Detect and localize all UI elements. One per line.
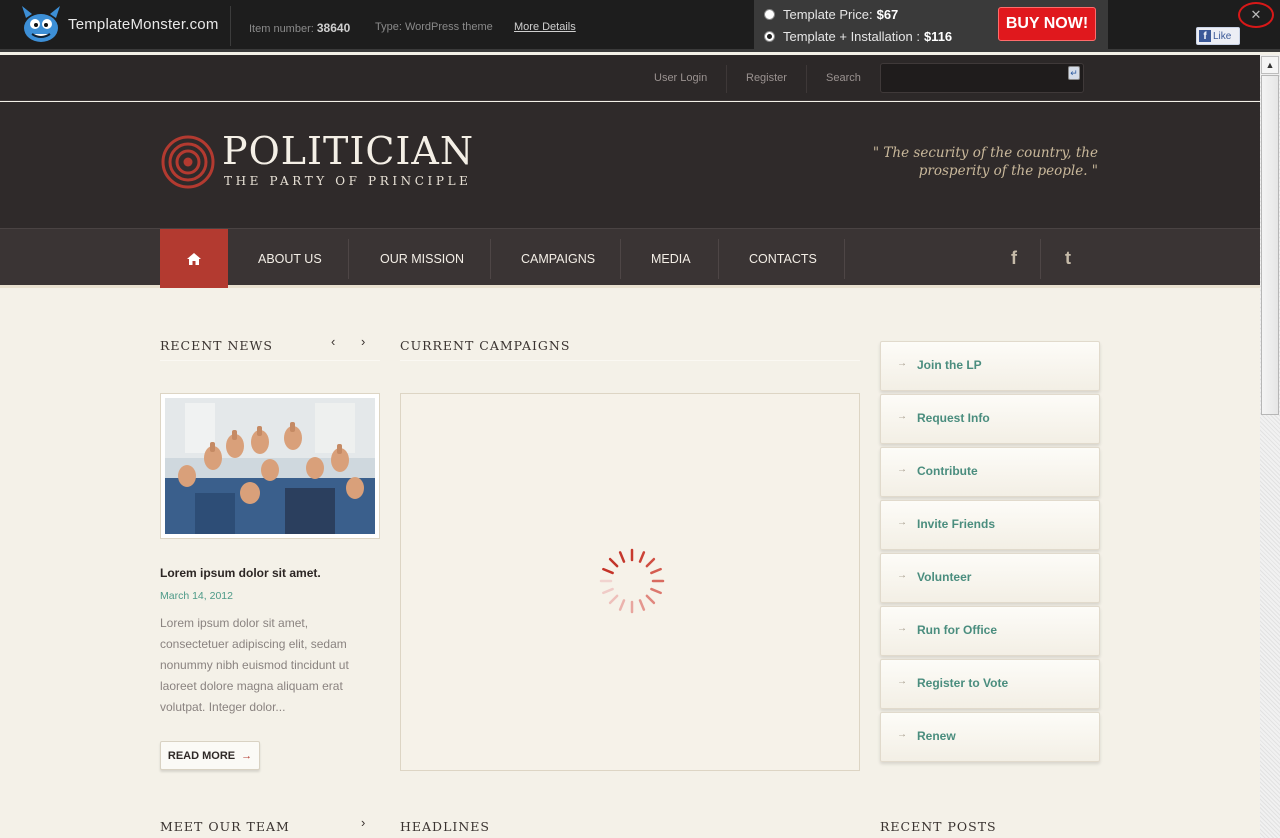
nav-campaigns[interactable]: CAMPAIGNS xyxy=(521,229,595,288)
main-nav: ABOUT US OUR MISSION CAMPAIGNS MEDIA CON… xyxy=(0,228,1260,288)
current-campaigns-heading: CURRENT CAMPAIGNS xyxy=(400,338,571,353)
home-icon xyxy=(187,252,201,265)
search-input[interactable] xyxy=(880,63,1084,93)
sidebar-item-volunteer[interactable]: → Volunteer xyxy=(880,553,1100,603)
arrow-right-icon: → xyxy=(897,517,907,528)
search-label: Search xyxy=(826,72,861,84)
chevron-left-icon[interactable]: ‹ xyxy=(331,334,335,349)
close-icon[interactable]: ✕ xyxy=(1238,2,1274,28)
read-more-button[interactable]: READ MORE → xyxy=(160,741,260,770)
header-quote: " The security of the country, the prosp… xyxy=(872,145,1098,179)
price-option-installation[interactable]: Template + Installation : $116 xyxy=(764,29,952,44)
loading-spinner-icon xyxy=(599,548,665,614)
facebook-like-button[interactable]: f Like xyxy=(1196,27,1240,45)
divider xyxy=(1040,239,1041,279)
sidebar-item-register-to-vote[interactable]: → Register to Vote xyxy=(880,659,1100,709)
arrow-right-icon: → xyxy=(897,411,907,422)
price-option-template[interactable]: Template Price: $67 xyxy=(764,7,898,22)
divider xyxy=(490,239,491,279)
more-details-link[interactable]: More Details xyxy=(514,21,576,33)
sidebar-item-run-for-office[interactable]: → Run for Office xyxy=(880,606,1100,656)
divider xyxy=(160,360,380,361)
divider xyxy=(844,239,845,279)
facebook-icon: f xyxy=(1199,30,1211,42)
twitter-icon[interactable]: t xyxy=(1055,245,1081,271)
target-logo-icon[interactable] xyxy=(161,135,215,189)
search-submit-icon[interactable]: ↵ xyxy=(1068,66,1080,80)
user-login-link[interactable]: User Login xyxy=(654,72,707,84)
chevron-right-icon[interactable]: › xyxy=(361,815,365,830)
news-post-title[interactable]: Lorem ipsum dolor sit amet. xyxy=(160,566,321,580)
news-post-date: March 14, 2012 xyxy=(160,590,233,602)
register-link[interactable]: Register xyxy=(746,72,787,84)
monster-mascot-icon xyxy=(22,6,60,42)
sidebar-item-renew[interactable]: → Renew xyxy=(880,712,1100,762)
divider xyxy=(348,239,349,279)
arrow-right-icon: → xyxy=(897,464,907,475)
recent-posts-heading: RECENT POSTS xyxy=(880,819,997,834)
templatemonster-logo[interactable]: TemplateMonster.com xyxy=(18,4,219,44)
buy-now-button[interactable]: BUY NOW! xyxy=(998,7,1096,41)
arrow-right-icon: → xyxy=(241,749,253,762)
campaign-slider[interactable] xyxy=(400,393,860,771)
radio-template[interactable] xyxy=(764,9,775,20)
item-number-value: 38640 xyxy=(316,21,351,35)
scrollbar-thumb[interactable] xyxy=(1261,75,1279,415)
templatemonster-name: TemplateMonster.com xyxy=(68,15,219,33)
vertical-scrollbar[interactable]: ▲ xyxy=(1260,55,1280,838)
divider xyxy=(726,65,727,93)
arrow-right-icon: → xyxy=(897,570,907,581)
site-header: POLITICIAN THE PARTY OF PRINCIPLE " The … xyxy=(0,102,1260,228)
divider xyxy=(230,6,231,46)
site-tagline: THE PARTY OF PRINCIPLE xyxy=(224,174,472,188)
site-title[interactable]: POLITICIAN xyxy=(222,129,474,173)
news-thumbnail[interactable] xyxy=(160,393,380,539)
arrow-right-icon: → xyxy=(897,729,907,740)
templatemonster-bar: TemplateMonster.com Item number: 38640 T… xyxy=(0,0,1280,52)
nav-contacts[interactable]: CONTACTS xyxy=(749,229,817,288)
nav-home[interactable] xyxy=(160,229,228,288)
arrow-right-icon: → xyxy=(897,676,907,687)
divider xyxy=(400,360,860,361)
facebook-icon[interactable]: f xyxy=(1001,245,1027,271)
recent-news-heading: RECENT NEWS xyxy=(160,338,273,353)
item-type-value: WordPress theme xyxy=(404,21,493,33)
sidebar-item-invite-friends[interactable]: → Invite Friends xyxy=(880,500,1100,550)
item-number: Item number: 38640 xyxy=(249,21,351,35)
arrow-right-icon: → xyxy=(897,358,907,369)
divider xyxy=(806,65,807,93)
radio-installation[interactable] xyxy=(764,31,775,42)
nav-media[interactable]: MEDIA xyxy=(651,229,691,288)
sidebar-item-contribute[interactable]: → Contribute xyxy=(880,447,1100,497)
sidebar-item-request-info[interactable]: → Request Info xyxy=(880,394,1100,444)
headlines-heading: HEADLINES xyxy=(400,819,490,834)
item-type: Type: WordPress theme xyxy=(375,21,493,33)
scroll-up-icon[interactable]: ▲ xyxy=(1261,56,1279,74)
nav-about-us[interactable]: ABOUT US xyxy=(258,229,322,288)
news-post-excerpt: Lorem ipsum dolor sit amet, consectetuer… xyxy=(160,616,349,714)
divider xyxy=(718,239,719,279)
divider xyxy=(620,239,621,279)
price-box: Template Price: $67 Template + Installat… xyxy=(754,0,1108,49)
nav-our-mission[interactable]: OUR MISSION xyxy=(380,229,464,288)
meet-our-team-heading: MEET OUR TEAM xyxy=(160,819,290,834)
chevron-right-icon[interactable]: › xyxy=(361,334,365,349)
sidebar-item-join-the-lp[interactable]: → Join the LP xyxy=(880,341,1100,391)
thumbs-up-crowd-image xyxy=(165,398,375,534)
arrow-right-icon: → xyxy=(897,623,907,634)
